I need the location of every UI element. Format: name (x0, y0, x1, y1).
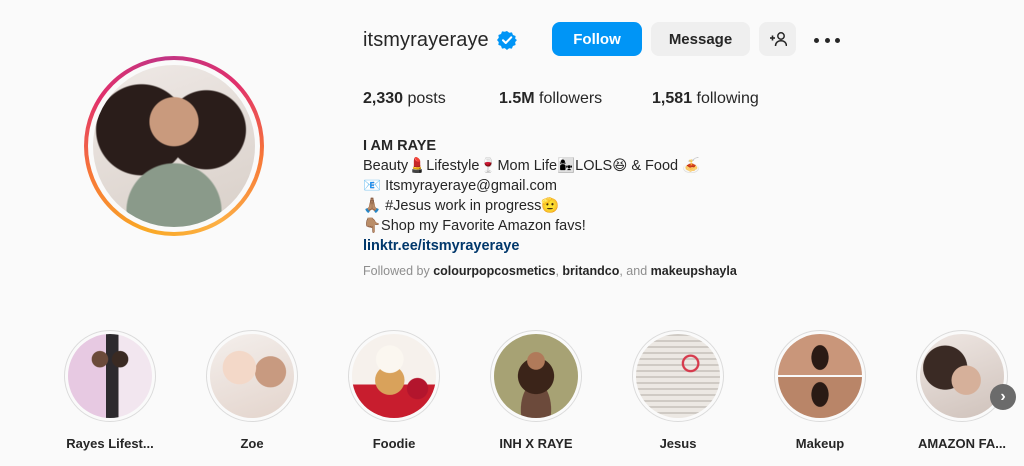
follow-button[interactable]: Follow (552, 22, 642, 56)
highlight-label: AMAZON FA... (917, 436, 1007, 451)
highlight-item[interactable]: INH X RAYE (486, 330, 586, 451)
highlight-cover-zoe-icon (210, 334, 294, 418)
avatar-image (93, 65, 255, 227)
highlight-cover-makeup-icon (778, 334, 862, 418)
following-label: following (696, 90, 759, 107)
highlight-item[interactable]: Rayes Lifest... (60, 330, 160, 451)
highlight-label: INH X RAYE (499, 436, 573, 451)
highlight-item[interactable]: Zoe (202, 330, 302, 451)
highlight-cover-amazon-icon (920, 334, 1004, 418)
posts-label: posts (407, 90, 446, 107)
add-user-icon (769, 32, 787, 47)
highlight-cover-jesus-icon (636, 334, 720, 418)
suggest-users-button[interactable] (759, 22, 796, 56)
verified-badge-icon (496, 30, 517, 50)
profile-header: itsmyrayeraye (363, 22, 517, 58)
avatar-ring-gap (88, 60, 260, 232)
posts-count: 2,330 (363, 90, 404, 107)
highlight-item[interactable]: Makeup (770, 330, 870, 451)
highlight-ring (64, 330, 156, 422)
profile-bio: I AM RAYE Beauty💄Lifestyle🍷Mom Life👩‍👧LO… (363, 136, 700, 256)
highlight-label: Jesus (659, 436, 697, 451)
followed-by: Followed by colourpopcosmetics, britandc… (363, 264, 737, 278)
username: itsmyrayeraye (363, 28, 489, 51)
highlight-label: Foodie (372, 436, 416, 451)
story-highlights: Rayes Lifest... Zoe Foodie INH X RAYE Je… (60, 330, 1024, 466)
followers-count: 1.5M (499, 90, 535, 107)
highlight-cover-foodie-icon (352, 334, 436, 418)
followed-by-user-2[interactable]: britandco (562, 264, 619, 278)
highlight-label: Makeup (795, 436, 845, 451)
highlight-ring (632, 330, 724, 422)
bio-line-4: 👇🏽Shop my Favorite Amazon favs! (363, 218, 586, 234)
highlight-ring (348, 330, 440, 422)
followed-by-prefix: Followed by (363, 264, 430, 278)
highlight-label: Zoe (240, 436, 264, 451)
highlight-ring (490, 330, 582, 422)
highlight-ring (916, 330, 1008, 422)
stat-following[interactable]: 1,581 following (652, 90, 759, 108)
highlights-next-chevron-icon[interactable]: › (990, 384, 1016, 410)
followers-label: followers (539, 90, 603, 107)
highlight-item[interactable]: Foodie (344, 330, 444, 451)
highlight-cover-lifestyle-icon (68, 334, 152, 418)
followed-by-user-3[interactable]: makeupshayla (651, 264, 737, 278)
bio-line-3: 🙏🏽 #Jesus work in progress🫡 (363, 198, 560, 214)
highlight-label: Rayes Lifest... (66, 436, 154, 451)
highlight-cover-inh-icon (494, 334, 578, 418)
more-options-icon[interactable] (814, 30, 840, 50)
bio-line-2: 📧 Itsmyrayeraye@gmail.com (363, 178, 557, 194)
profile-avatar[interactable] (84, 56, 264, 236)
highlight-item[interactable]: Jesus (628, 330, 728, 451)
bio-line-1: Beauty💄Lifestyle🍷Mom Life👩‍👧LOLS😆 & Food… (363, 158, 701, 174)
stat-followers[interactable]: 1.5M followers (499, 90, 602, 108)
bio-name: I AM RAYE (363, 138, 437, 154)
highlight-ring (206, 330, 298, 422)
followed-by-sep-2: , and (619, 264, 648, 278)
followed-by-sep-1: , (555, 264, 559, 278)
highlight-ring (774, 330, 866, 422)
stat-posts[interactable]: 2,330 posts (363, 90, 446, 108)
bio-link[interactable]: linktr.ee/itsmyrayeraye (363, 236, 700, 256)
followed-by-user-1[interactable]: colourpopcosmetics (433, 264, 555, 278)
message-button[interactable]: Message (651, 22, 750, 56)
following-count: 1,581 (652, 90, 693, 107)
